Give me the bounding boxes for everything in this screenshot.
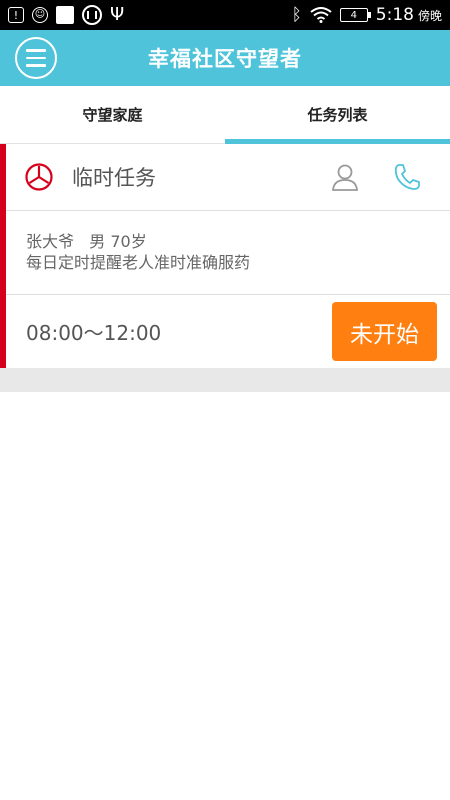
status-bar: ! ☺ Ψ ᛒ 4 5:18 傍晚 <box>0 0 450 30</box>
task-card-footer: 08:00～12:00 未开始 <box>6 295 450 368</box>
tab-watch-families[interactable]: 守望家庭 <box>0 86 225 143</box>
task-card[interactable]: 临时任务 张大爷 男 70岁 每日定时提醒老人准时准确服药 08:00～12:0… <box>0 144 450 368</box>
alert-icon: ! <box>8 7 24 23</box>
list-separator <box>0 368 450 392</box>
task-time-range: 08:00～12:00 <box>26 321 162 345</box>
app-bar: 幸福社区守望者 <box>0 30 450 86</box>
task-status-button[interactable]: 未开始 <box>332 302 437 361</box>
pause-icon <box>82 5 102 25</box>
task-details: 张大爷 男 70岁 每日定时提醒老人准时准确服药 <box>6 211 450 295</box>
clock-icon <box>25 163 53 191</box>
status-bar-right: ᛒ 4 5:18 傍晚 <box>292 5 442 25</box>
task-type: 临时任务 <box>72 166 156 190</box>
bluetooth-icon: ᛒ <box>291 4 302 25</box>
app-notification-icon <box>56 6 74 24</box>
phone-icon[interactable] <box>392 162 422 192</box>
tab-task-list[interactable]: 任务列表 <box>225 86 450 144</box>
person-icon[interactable] <box>330 162 360 192</box>
tab-bar: 守望家庭 任务列表 <box>0 86 450 144</box>
battery-level: 4 <box>350 9 357 21</box>
face-icon: ☺ <box>32 7 48 23</box>
task-description: 每日定时提醒老人准时准确服药 <box>26 253 251 272</box>
app-title: 幸福社区守望者 <box>148 47 302 71</box>
clock-period: 傍晚 <box>417 8 442 23</box>
elder-info: 张大爷 男 70岁 <box>26 232 147 251</box>
battery-icon: 4 <box>339 8 371 22</box>
wifi-icon <box>310 7 332 23</box>
clock-time: 5:18 <box>375 5 414 25</box>
task-card-header: 临时任务 <box>6 144 450 211</box>
menu-icon[interactable] <box>15 37 57 79</box>
usb-icon: Ψ <box>110 4 125 25</box>
status-bar-left: ! ☺ Ψ <box>8 5 124 25</box>
